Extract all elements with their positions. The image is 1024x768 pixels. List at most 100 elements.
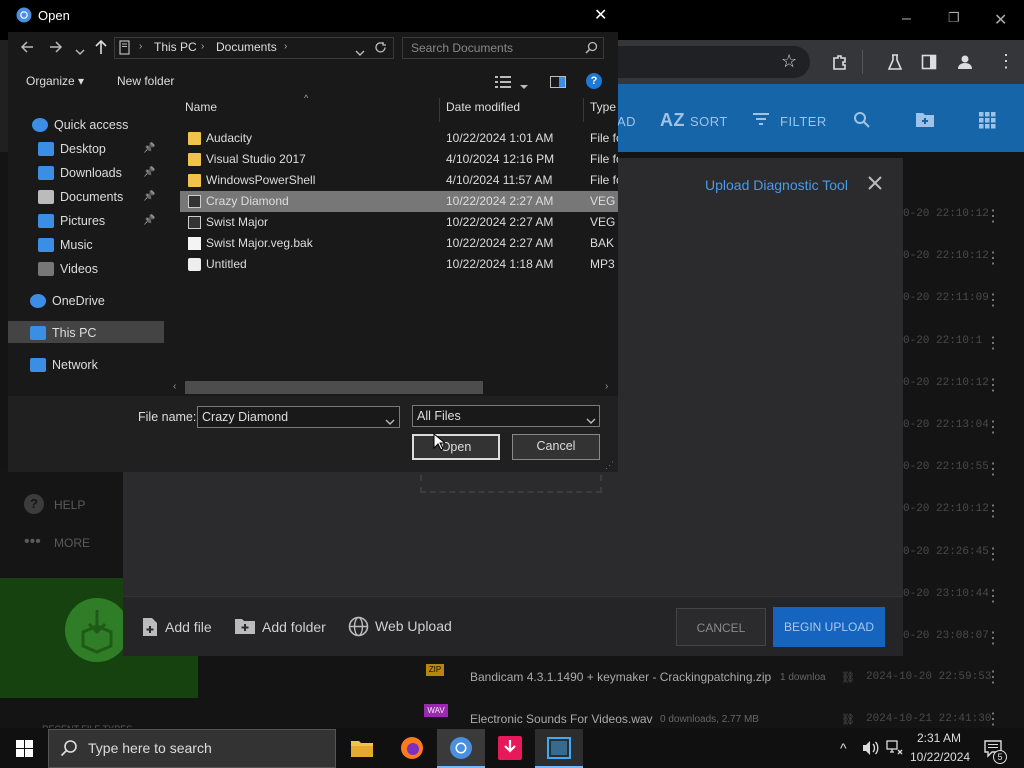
new-folder-button[interactable]: New folder (117, 74, 174, 88)
column-header-name[interactable]: Name (185, 100, 217, 120)
link-icon[interactable]: ⛓ (841, 713, 855, 726)
organize-menu[interactable]: Organize ▾ (26, 74, 84, 88)
show-hidden-icons-chevron-icon[interactable]: ^ (840, 740, 847, 756)
row-menu-icon[interactable]: ⋮ (985, 375, 1001, 395)
filter-icon[interactable] (752, 112, 770, 126)
file-name-wav[interactable]: Electronic Sounds For Videos.wav (470, 712, 653, 726)
file-row[interactable]: Crazy Diamond 10/22/2024 2:27 AM VEG F (180, 191, 618, 212)
side-panel-icon[interactable] (921, 54, 937, 70)
more-dots-icon[interactable]: ••• (24, 533, 41, 551)
windows-start-icon[interactable] (16, 740, 33, 757)
file-type-dropdown-chevron-icon[interactable] (586, 412, 596, 424)
row-menu-icon[interactable]: ⋮ (985, 586, 1001, 606)
row-menu-icon[interactable]: ⋮ (985, 459, 1001, 479)
minimize-button[interactable]: – (902, 10, 911, 28)
pin-icon[interactable]: 📌 (143, 215, 155, 226)
extensions-icon[interactable] (831, 53, 849, 71)
up-arrow-icon[interactable] (94, 39, 108, 55)
chrome-taskbar-icon[interactable] (437, 729, 485, 768)
refresh-icon[interactable] (374, 41, 387, 54)
dialog-close-button[interactable]: ✕ (594, 5, 607, 25)
drop-zone[interactable] (420, 475, 602, 493)
nav-item-music[interactable]: Music (38, 234, 93, 256)
row-menu-icon[interactable]: ⋮ (985, 333, 1001, 353)
web-upload-button[interactable]: Web Upload (375, 618, 452, 634)
file-row[interactable]: Swist Major.veg.bak 10/22/2024 2:27 AM BAK… (180, 233, 618, 254)
file-row[interactable]: Untitled 10/22/2024 1:18 AM MP3 (180, 254, 618, 275)
help-icon[interactable]: ? (586, 73, 602, 89)
nav-item-network[interactable]: Network (30, 354, 98, 376)
row-menu-icon[interactable]: ⋮ (985, 628, 1001, 648)
network-status-icon[interactable] (886, 740, 904, 756)
begin-upload-button[interactable]: BEGIN UPLOAD (773, 607, 885, 647)
file-row[interactable]: Swist Major 10/22/2024 2:27 AM VEG F (180, 212, 618, 233)
upload-cancel-button[interactable]: CANCEL (676, 608, 766, 646)
resize-grip-icon[interactable]: ⋰ (605, 460, 614, 471)
file-name-dropdown-chevron-icon[interactable] (385, 413, 395, 425)
nav-help[interactable]: HELP (54, 498, 85, 512)
back-arrow-icon[interactable] (20, 40, 34, 54)
link-icon[interactable]: ⛓ (841, 671, 855, 684)
nav-item-onedrive[interactable]: OneDrive (30, 290, 105, 312)
labs-flask-icon[interactable] (886, 53, 904, 71)
file-name-zip[interactable]: Bandicam 4.3.1.1490 + keymaker - Crackin… (470, 670, 771, 684)
browser-close-button[interactable]: ✕ (994, 10, 1007, 30)
view-options-icon[interactable] (495, 75, 511, 88)
add-folder-button[interactable]: Add folder (262, 619, 326, 635)
new-folder-icon[interactable] (915, 111, 935, 128)
search-icon[interactable] (853, 111, 871, 129)
forward-arrow-icon[interactable] (49, 40, 63, 54)
column-header-type[interactable]: Type (590, 100, 616, 120)
preview-pane-icon[interactable] (550, 75, 566, 88)
clock-time[interactable]: 2:31 AM (917, 731, 961, 745)
address-dropdown-chevron-icon[interactable] (355, 44, 365, 56)
nav-item-pictures[interactable]: Pictures (38, 210, 105, 232)
pin-icon[interactable]: 📌 (143, 167, 155, 178)
nav-item-downloads[interactable]: Downloads (38, 162, 122, 184)
row-menu-icon[interactable]: ⋮ (985, 417, 1001, 437)
cancel-button[interactable]: Cancel (512, 434, 600, 460)
column-separator[interactable] (439, 98, 440, 122)
grid-view-icon[interactable] (978, 111, 996, 129)
sort-button[interactable]: SORT (690, 114, 728, 129)
breadcrumb-this-pc[interactable]: This PC (154, 40, 197, 54)
scroll-left-icon[interactable]: ‹ (173, 381, 176, 392)
volume-icon[interactable] (862, 740, 880, 756)
restore-button[interactable]: ❐ (948, 10, 960, 26)
download-app-taskbar-icon[interactable] (486, 729, 534, 768)
file-row[interactable]: Visual Studio 2017 4/10/2024 12:16 PM File… (180, 149, 618, 170)
browser-menu-icon[interactable]: ⋮ (997, 51, 1015, 72)
column-header-date[interactable]: Date modified (446, 100, 520, 120)
modal-close-icon[interactable] (865, 173, 885, 193)
column-separator[interactable] (583, 98, 584, 122)
row-menu-icon[interactable]: ⋮ (985, 290, 1001, 310)
add-file-button[interactable]: Add file (165, 619, 212, 635)
pin-icon[interactable]: 📌 (143, 191, 155, 202)
help-icon[interactable]: ? (24, 494, 44, 514)
vegas-taskbar-icon[interactable] (535, 729, 583, 768)
row-menu-icon[interactable]: ⋮ (985, 248, 1001, 268)
row-menu-icon[interactable]: ⋮ (985, 206, 1001, 226)
clock-date[interactable]: 10/22/2024 (910, 750, 970, 764)
breadcrumb-documents[interactable]: Documents (216, 40, 277, 54)
bookmark-star-icon[interactable]: ☆ (781, 51, 797, 72)
view-dropdown-chevron-icon[interactable] (519, 78, 529, 89)
open-button[interactable]: Open (412, 434, 500, 460)
nav-item-videos[interactable]: Videos (38, 258, 98, 280)
nav-item-documents[interactable]: Documents (38, 186, 123, 208)
address-bar[interactable] (600, 46, 810, 78)
firefox-taskbar-icon[interactable] (388, 729, 436, 768)
row-menu-icon[interactable]: ⋮ (985, 501, 1001, 521)
profile-icon[interactable] (956, 53, 974, 71)
nav-item-desktop[interactable]: Desktop (38, 138, 106, 160)
row-menu-icon[interactable]: ⋮ (985, 667, 1001, 687)
row-menu-icon[interactable]: ⋮ (985, 709, 1001, 729)
nav-more[interactable]: MORE (54, 536, 90, 550)
nav-item-quick-access[interactable]: Quick access (32, 114, 128, 136)
filter-button[interactable]: FILTER (780, 114, 827, 129)
file-explorer-taskbar-icon[interactable] (338, 729, 386, 768)
file-type-select[interactable]: All Files (412, 405, 600, 427)
file-name-field[interactable]: Crazy Diamond (197, 406, 400, 428)
scrollbar-thumb[interactable] (185, 381, 483, 394)
file-row[interactable]: Audacity 10/22/2024 1:01 AM File fo (180, 128, 618, 149)
